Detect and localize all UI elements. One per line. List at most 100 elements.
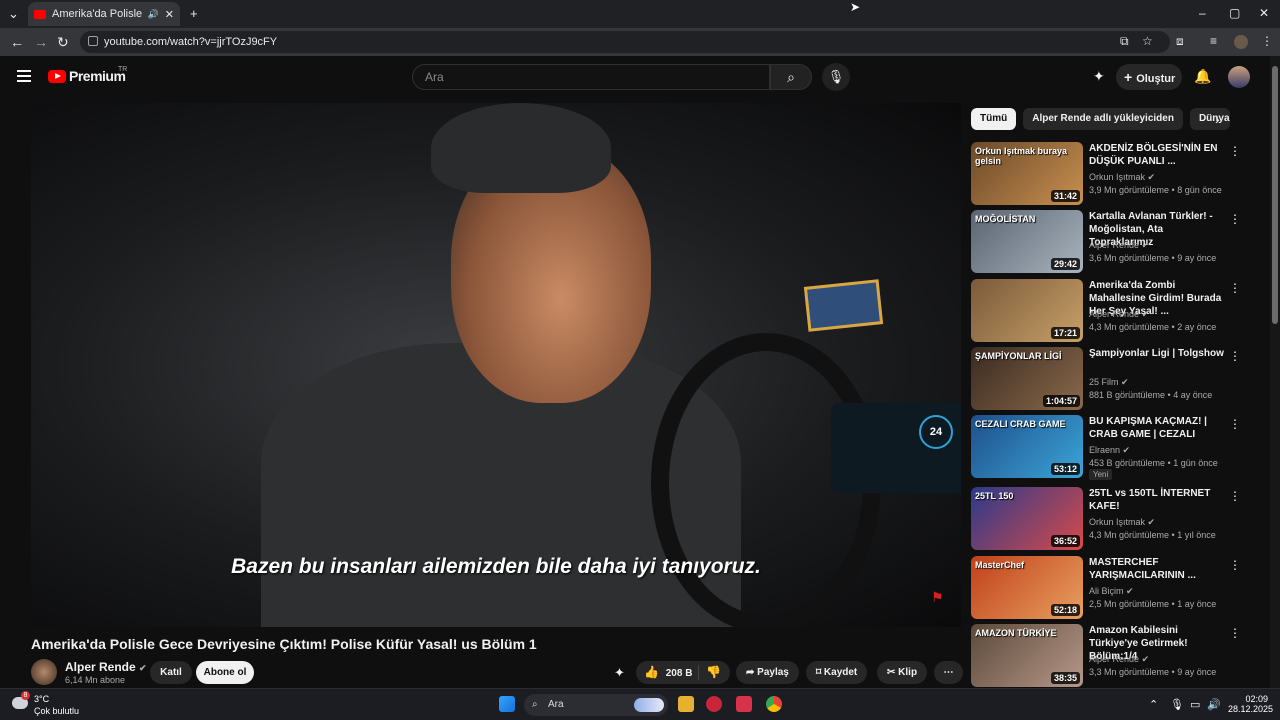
thumb-down-icon[interactable]: 👎 [706, 661, 721, 684]
bookmark-icon: ⌑ [816, 667, 824, 678]
chip-all[interactable]: Tümü [971, 108, 1017, 130]
recommended-video[interactable]: MOĞOLİSTAN 29:42 Kartalla Avlanan Türkler!… [971, 210, 1251, 274]
tray-overflow-icon[interactable]: ⌃ [1149, 698, 1158, 711]
premium-sparkle-icon[interactable]: ✦ [1093, 68, 1105, 85]
recommended-channel[interactable]: Orkun Işıtmak ✔ [1089, 517, 1155, 528]
video-player[interactable]: 24 Bazen bu insanları ailemizden bile da… [31, 103, 961, 627]
video-thumbnail[interactable]: CEZALI CRAB GAME 53:12 [971, 415, 1083, 478]
recommended-video[interactable]: AMAZON TÜRKİYE 38:35 Amazon Kabilesini Tür… [971, 624, 1251, 688]
recommended-video[interactable]: CEZALI CRAB GAME 53:12 BU KAPIŞMA KAÇMAZ! … [971, 415, 1251, 480]
search-input[interactable]: Ara [412, 64, 770, 90]
audio-playing-icon[interactable]: 🔊 [148, 9, 159, 20]
file-explorer-icon[interactable] [678, 696, 694, 712]
recommended-channel[interactable]: Orkun Işıtmak ✔ [1089, 172, 1155, 183]
back-icon[interactable]: ← [10, 34, 24, 50]
recommended-meta: 2,5 Mn görüntüleme • 1 ay önce [1089, 599, 1217, 609]
volume-icon[interactable]: 🔊 [1207, 698, 1221, 711]
minimize-button[interactable]: – [1199, 6, 1206, 20]
browser-menu-icon[interactable]: ⋮ [1261, 34, 1273, 48]
address-bar[interactable]: youtube.com/watch?v=jjrTOzJ9cFY [80, 31, 1170, 53]
extensions-icon[interactable]: ⧈ [1176, 34, 1184, 49]
more-options-icon[interactable]: ⋮ [1229, 281, 1241, 295]
recommended-channel-text: Alper Rende [1089, 309, 1140, 319]
channel-name[interactable]: Alper Rende ✔ [65, 660, 147, 674]
like-button[interactable]: 👍 208 B 👎 [636, 661, 730, 684]
install-app-icon[interactable]: ⧉ [1120, 34, 1129, 49]
video-thumbnail[interactable]: MOĞOLİSTAN 29:42 [971, 210, 1083, 273]
search-icon[interactable]: ⌕ [770, 64, 812, 90]
recommended-title[interactable]: BU KAPIŞMA KAÇMAZ! | CRAB GAME | CEZALI [1089, 415, 1225, 441]
profile-avatar[interactable] [1234, 35, 1248, 49]
recommended-channel[interactable]: Alper Rende ✔ [1089, 309, 1149, 320]
clock-date: 28.12.2025 [1228, 704, 1274, 714]
recommended-video[interactable]: MasterChef 52:18 MASTERCHEF YARIŞMACILARIN… [971, 556, 1251, 620]
recommended-video[interactable]: 25TL 150 36:52 25TL vs 150TL İNTERNET KAFE… [971, 487, 1251, 551]
video-thumbnail[interactable]: MasterChef 52:18 [971, 556, 1083, 619]
tray-mic-icon[interactable]: 🎙 [1170, 698, 1184, 711]
more-options-icon[interactable]: ⋮ [1229, 349, 1241, 363]
more-options-icon[interactable]: ⋮ [1229, 144, 1241, 158]
chip-uploader[interactable]: Alper Rende adlı yükleyiciden [1023, 108, 1183, 130]
more-options-icon[interactable]: ⋮ [1229, 558, 1241, 572]
thumb-up-icon: 👍 [644, 665, 659, 679]
pocket-icon[interactable] [736, 696, 752, 712]
restore-button[interactable]: ▢ [1229, 6, 1240, 20]
youtube-premium-logo[interactable]: Premium TR [48, 66, 127, 84]
save-button[interactable]: ⌑ Kaydet [806, 661, 868, 684]
more-options-icon[interactable]: ⋮ [1229, 626, 1241, 640]
video-thumbnail[interactable]: AMAZON TÜRKİYE 38:35 [971, 624, 1083, 687]
join-button[interactable]: Katıl [150, 661, 192, 684]
recommended-channel[interactable]: Alper Rende ✔ [1089, 654, 1149, 665]
page-scrollbar[interactable] [1270, 56, 1280, 688]
network-icon[interactable]: ▭ [1190, 698, 1200, 711]
new-tab-button[interactable]: + [190, 6, 198, 21]
recommended-video[interactable]: Orkun Işıtmak buraya gelsin 31:42 AKDENİZ … [971, 142, 1251, 206]
window-close-button[interactable]: ✕ [1259, 6, 1269, 20]
create-button[interactable]: + Oluştur [1116, 64, 1182, 90]
account-avatar[interactable] [1228, 66, 1250, 88]
menu-icon[interactable] [17, 70, 31, 82]
scrollbar-thumb[interactable] [1272, 66, 1278, 324]
video-thumbnail[interactable]: 25TL 150 36:52 [971, 487, 1083, 550]
recommended-title[interactable]: Şampiyonlar Ligi | Tolgshow [1089, 347, 1225, 360]
browser-tab[interactable]: Amerika'da Polisle Gece Devriyesine Çıkt… [28, 2, 180, 26]
more-options-icon[interactable]: ⋮ [1229, 489, 1241, 503]
recommended-title[interactable]: AKDENİZ BÖLGESİ'NİN EN DÜŞÜK PUANLI ... [1089, 142, 1225, 168]
channel-avatar[interactable] [31, 659, 57, 685]
recommended-channel[interactable]: Elraenn ✔ [1089, 445, 1130, 456]
ask-sparkle-icon[interactable]: ✦ [614, 665, 625, 681]
taskbar-search[interactable]: ⌕ Ara [524, 694, 668, 716]
tab-close-icon[interactable]: ✕ [165, 8, 174, 21]
app-red-icon[interactable] [706, 696, 722, 712]
share-button[interactable]: ➦ Paylaş [736, 661, 799, 684]
recommended-channel[interactable]: 25 Film ✔ [1089, 377, 1129, 388]
recommended-video[interactable]: 17:21 Amerika'da Zombi Mahallesine Girdim… [971, 279, 1251, 343]
more-options-icon[interactable]: ⋮ [1229, 212, 1241, 226]
notifications-bell-icon[interactable]: 🔔 [1194, 68, 1211, 85]
video-thumbnail[interactable]: ŞAMPİYONLAR LİGİ 1:04:57 [971, 347, 1083, 410]
reading-list-icon[interactable]: ≡ [1210, 34, 1217, 48]
chip-world[interactable]: Dünya H [1189, 108, 1230, 130]
video-thumbnail[interactable]: 17:21 [971, 279, 1083, 342]
forward-icon[interactable]: → [34, 34, 48, 50]
recommended-channel[interactable]: Alper Rende ✔ [1089, 240, 1149, 251]
site-info-icon[interactable] [88, 36, 98, 46]
recommended-title[interactable]: MASTERCHEF YARIŞMACILARININ ... [1089, 556, 1225, 582]
clip-button[interactable]: ✂ Klip [877, 661, 928, 684]
reload-icon[interactable]: ↻ [57, 34, 69, 51]
more-options-icon[interactable]: ⋮ [1229, 417, 1241, 431]
chip-next-icon[interactable]: › [1215, 111, 1220, 127]
recommended-title[interactable]: 25TL vs 150TL İNTERNET KAFE! [1089, 487, 1225, 513]
recommended-video[interactable]: ŞAMPİYONLAR LİGİ 1:04:57 Şampiyonlar Ligi … [971, 347, 1251, 411]
recommended-channel[interactable]: Ali Biçim ✔ [1089, 586, 1134, 597]
channel-watermark-icon[interactable]: ⚑ [931, 589, 944, 606]
video-thumbnail[interactable]: Orkun Işıtmak buraya gelsin 31:42 [971, 142, 1083, 205]
tab-search-button[interactable]: ⌄ [8, 6, 19, 22]
subscribe-button[interactable]: Abone ol [196, 661, 254, 684]
windows-start-icon[interactable] [499, 696, 515, 712]
taskbar-clock[interactable]: 02:09 28.12.2025 [1228, 694, 1274, 714]
microphone-icon[interactable]: 🎙 [822, 63, 850, 91]
chrome-icon[interactable] [766, 696, 782, 712]
bookmark-star-icon[interactable]: ☆ [1142, 34, 1153, 48]
more-actions-icon[interactable]: ⋯ [934, 661, 963, 684]
